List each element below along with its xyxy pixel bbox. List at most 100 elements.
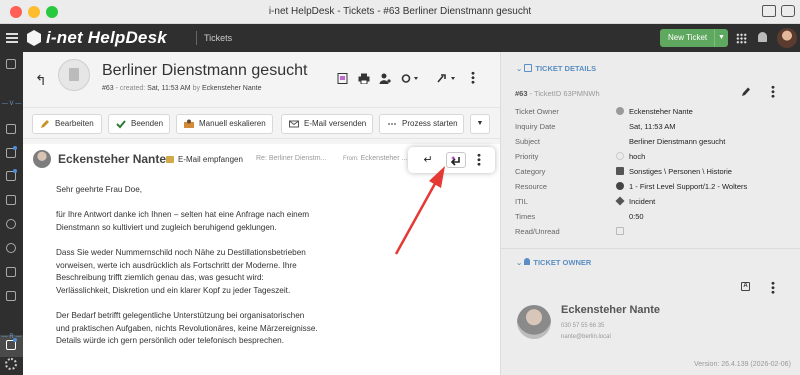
field-label: Priority — [515, 152, 539, 161]
details-ticket-id: - TicketID 63PMNWh — [529, 89, 600, 98]
field-value-itil: Incident — [629, 197, 656, 206]
chevron-down-icon: ⌄ — [516, 64, 523, 73]
left-navigation: — V — — R — — [0, 52, 23, 375]
field-label: Times — [515, 212, 536, 221]
user-avatar[interactable] — [777, 28, 797, 48]
itil-icon — [615, 196, 625, 206]
reply-ai-icon[interactable] — [446, 152, 466, 168]
print-icon[interactable] — [358, 73, 370, 84]
notification-dot — [13, 169, 17, 173]
finish-label: Beenden — [131, 119, 164, 128]
assign-user-icon[interactable] — [379, 73, 391, 84]
details-ticket-number: #63 — [515, 89, 528, 98]
field-label: Resource — [515, 182, 548, 191]
app-grid-icon[interactable] — [736, 33, 747, 44]
email-from: From: Eckensteher ... — [343, 155, 407, 162]
email-received-label: E-Mail empfangen — [166, 155, 243, 164]
archive-icon[interactable] — [6, 267, 16, 277]
report-icon[interactable] — [337, 73, 349, 84]
details-icon — [524, 64, 533, 72]
owner-email[interactable]: nante@berlin.local — [561, 334, 611, 340]
screenshot-icon[interactable] — [762, 5, 776, 17]
action-toolbar: Bearbeiten Beenden Manuell eskalieren E-… — [23, 107, 500, 139]
edit-button[interactable]: Bearbeiten — [32, 114, 102, 134]
field-value-subject: Berliner Dienstmann gesucht — [629, 137, 726, 146]
person-icon — [524, 258, 531, 265]
more-actions-dropdown[interactable]: ▼ — [470, 114, 490, 134]
created-value: Sat, 11:53 AM — [147, 85, 191, 92]
app-header: i-net HelpDesk Tickets New Ticket ▼ — [0, 24, 800, 52]
module-title[interactable]: Tickets — [204, 33, 232, 43]
ticket-id-line: #63 - TicketID 63PMNWh — [515, 89, 600, 98]
ticket-details-heading[interactable]: ⌄ TICKET DETAILS — [516, 64, 596, 73]
owner-phone[interactable]: 030 57 55 66 35 — [561, 323, 604, 329]
cloud-icon[interactable] — [6, 243, 16, 253]
stack-icon[interactable] — [6, 219, 16, 229]
new-ticket-label: New Ticket — [668, 33, 708, 42]
sender-name[interactable]: Eckensteher Nante — [58, 152, 166, 166]
apps-icon[interactable] — [6, 59, 16, 69]
panel-divider — [501, 248, 800, 249]
vcard-icon[interactable]: A — [741, 282, 750, 291]
version-label: Version: 26.4.139 (2026-02-06) — [694, 361, 791, 368]
by-label: by — [192, 85, 200, 92]
more-options-icon[interactable] — [471, 71, 475, 84]
chevron-down-icon: ⌄ — [516, 258, 523, 267]
nav-section-r: — R — — [1, 334, 22, 340]
back-arrow-icon[interactable]: ↰ — [35, 72, 47, 89]
escalate-button[interactable]: Manuell eskalieren — [176, 114, 273, 134]
send-email-button[interactable]: E-Mail versenden — [281, 114, 373, 134]
owner-avatar — [517, 305, 551, 339]
field-label: ITIL — [515, 197, 528, 206]
owner-name[interactable]: Eckensteher Nante — [561, 304, 660, 316]
resource-icon — [616, 182, 624, 190]
field-label: Ticket Owner — [515, 107, 559, 116]
ticket-id: #63 — [102, 85, 114, 92]
field-value-times: 0:50 — [629, 212, 644, 221]
document-icon[interactable] — [6, 124, 16, 134]
ticket-main: ↰ Berliner Dienstmann gesucht #63 - crea… — [23, 52, 500, 375]
archive-icon[interactable] — [6, 195, 16, 205]
field-value-owner[interactable]: Eckensteher Nante — [629, 107, 693, 116]
link-dropdown-icon[interactable] — [436, 73, 458, 84]
share-icon[interactable] — [781, 5, 795, 17]
nav-section-v: — V — — [1, 101, 22, 107]
start-process-label: Prozess starten — [402, 119, 458, 128]
email-message: Eckensteher Nante E-Mail empfangen Re: B… — [23, 144, 500, 375]
ticket-owner-heading[interactable]: ⌄ TICKET OWNER — [516, 258, 591, 267]
owner-more-icon[interactable] — [771, 281, 775, 294]
header-divider — [196, 31, 197, 45]
creator-name[interactable]: Eckensteher Nante — [202, 85, 262, 92]
email-subject: Re: Berliner Dienstm... — [256, 155, 327, 162]
email-paragraph: Sehr geehrte Frau Doe, — [56, 185, 143, 194]
sparkle-reply-icon — [450, 156, 460, 166]
email-body: Sehr geehrte Frau Doe, für Ihre Antwort … — [56, 184, 386, 360]
bell-icon[interactable] — [758, 32, 767, 42]
chevron-down-icon[interactable]: ▼ — [714, 29, 728, 47]
start-process-button[interactable]: Prozess starten — [379, 114, 464, 134]
ticket-title: Berliner Dienstmann gesucht — [102, 62, 308, 79]
edit-pencil-icon[interactable] — [741, 86, 751, 97]
email-more-icon[interactable] — [477, 153, 481, 166]
finish-button[interactable]: Beenden — [108, 114, 170, 134]
menu-icon[interactable] — [6, 33, 18, 43]
reply-icon[interactable]: ↵ — [418, 152, 438, 168]
read-status-icon[interactable] — [616, 227, 624, 235]
settings-dropdown-icon[interactable] — [401, 73, 421, 84]
gear-icon[interactable] — [5, 358, 17, 370]
from-label: From: — [343, 156, 359, 162]
field-label: Category — [515, 167, 546, 176]
details-more-icon[interactable] — [771, 85, 775, 98]
new-ticket-button[interactable]: New Ticket ▼ — [660, 29, 728, 47]
list-icon[interactable] — [6, 291, 16, 301]
email-actions-popover: ↵ — [408, 147, 495, 173]
pencil-icon — [41, 120, 49, 128]
category-icon — [616, 167, 624, 175]
mail-icon — [289, 120, 299, 128]
check-icon — [116, 120, 126, 129]
app-brand[interactable]: i-net HelpDesk — [46, 28, 167, 48]
from-value: Eckensteher ... — [360, 155, 408, 162]
sender-avatar — [33, 150, 51, 168]
ticket-details-panel: ⌄ TICKET DETAILS #63 - TicketID 63PMNWh … — [500, 52, 800, 375]
process-icon — [388, 123, 396, 125]
